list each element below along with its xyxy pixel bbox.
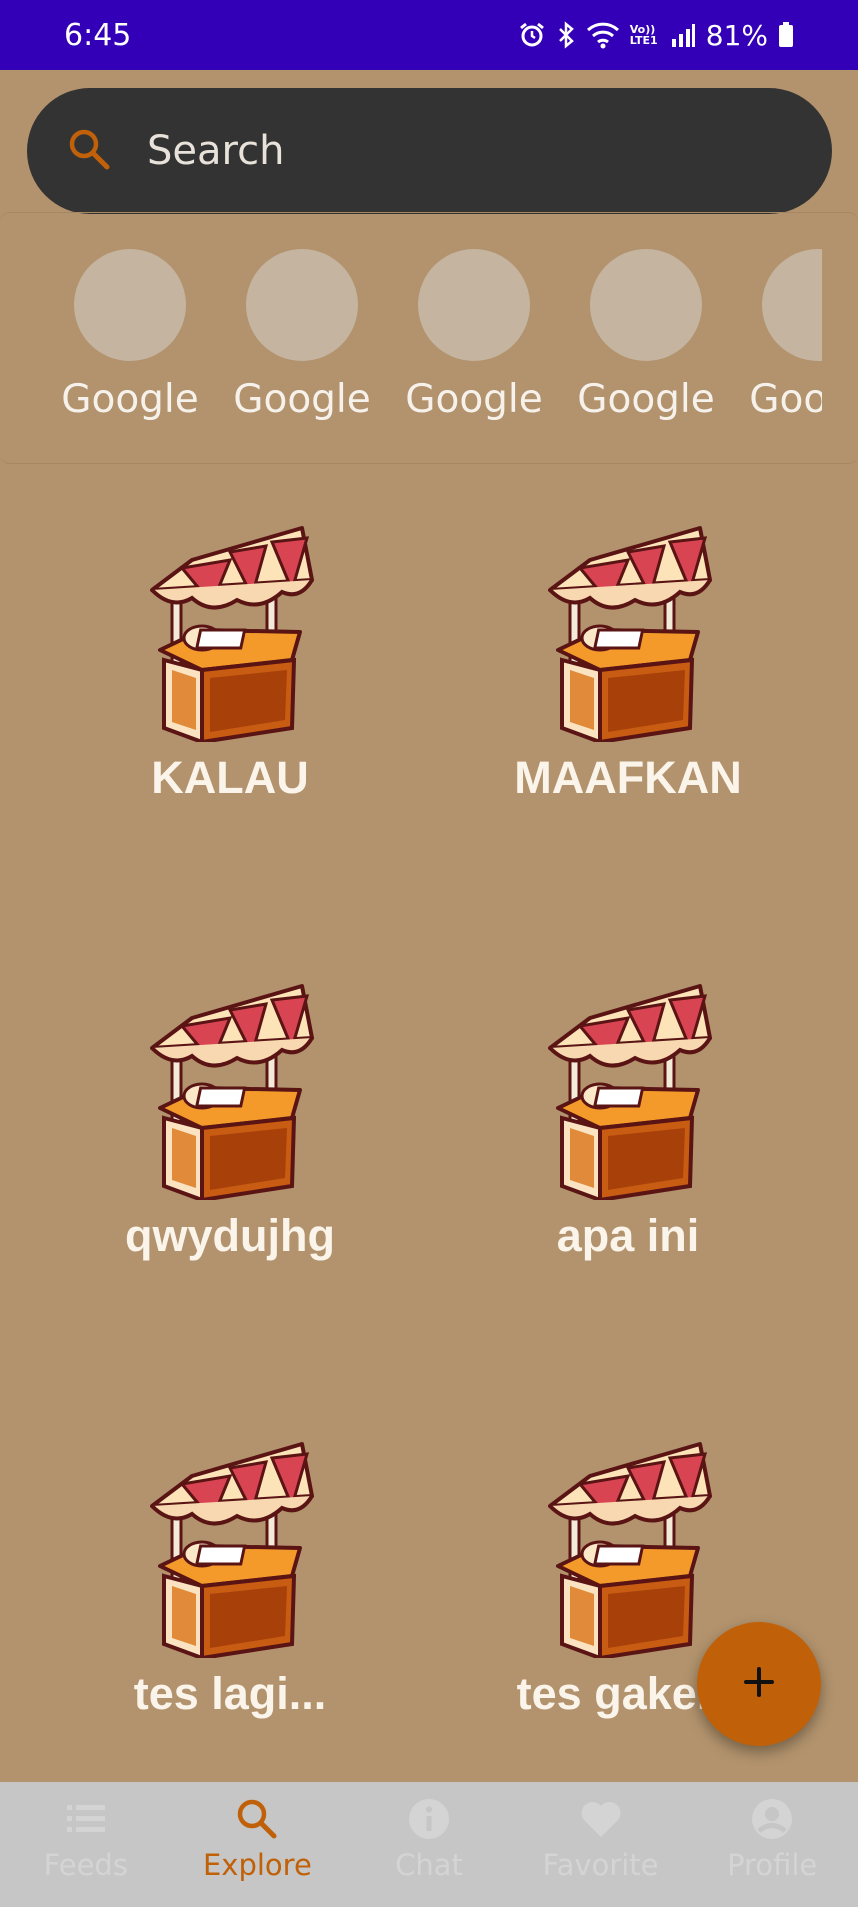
category-item[interactable]: Google <box>576 249 716 439</box>
battery-percent: 81% <box>705 18 768 52</box>
category-label: Google <box>61 377 199 422</box>
store-name: tes lagi... <box>133 1668 327 1719</box>
category-avatar <box>762 249 822 361</box>
nav-item-chat[interactable]: Chat <box>343 1782 515 1907</box>
market-stall-icon <box>30 520 430 742</box>
bluetooth-icon <box>556 21 576 49</box>
store-name: MAAFKAN <box>514 752 742 803</box>
category-strip: Google Google Google Google Google <box>0 212 858 464</box>
category-item[interactable]: Google <box>404 249 544 439</box>
nav-label: Feeds <box>43 1848 128 1882</box>
search-bar[interactable] <box>27 88 832 214</box>
market-stall-icon <box>428 520 828 742</box>
category-label: Google <box>233 377 371 422</box>
nav-label: Chat <box>395 1848 463 1882</box>
nav-label: Explore <box>202 1848 312 1882</box>
add-store-button[interactable] <box>697 1622 821 1746</box>
network-type-label: Vo)) LTE1 <box>629 23 658 47</box>
search-input[interactable] <box>147 128 747 174</box>
category-avatar <box>74 249 186 361</box>
category-avatar <box>246 249 358 361</box>
store-card[interactable]: KALAU <box>30 520 430 820</box>
nav-label: Favorite <box>542 1848 659 1882</box>
store-card[interactable]: MAAFKAN <box>428 520 828 820</box>
alarm-icon <box>518 21 546 49</box>
signal-icon <box>670 22 696 48</box>
status-bar: 6:45 Vo)) LTE1 81% <box>0 0 858 70</box>
search-icon <box>67 127 147 176</box>
store-card[interactable]: tes lagi... <box>30 1436 430 1736</box>
account-icon <box>749 1796 795 1842</box>
heart-icon <box>578 1796 624 1842</box>
category-avatar <box>418 249 530 361</box>
store-name: KALAU <box>151 752 309 803</box>
store-card[interactable]: qwydujhg <box>30 978 430 1278</box>
category-item[interactable]: Google <box>60 249 200 439</box>
info-icon <box>406 1796 452 1842</box>
status-time: 6:45 <box>64 17 132 53</box>
store-name: apa ini <box>556 1210 700 1261</box>
nav-item-favorite[interactable]: Favorite <box>515 1782 687 1907</box>
bottom-nav: Feeds Explore Chat Favorite Profile <box>0 1782 858 1907</box>
nav-item-feeds[interactable]: Feeds <box>0 1782 172 1907</box>
wifi-icon <box>586 21 620 49</box>
store-card[interactable]: apa ini <box>428 978 828 1278</box>
market-stall-icon <box>30 978 430 1200</box>
battery-icon <box>778 22 794 48</box>
nav-item-profile[interactable]: Profile <box>686 1782 858 1907</box>
category-label: Google <box>577 377 715 422</box>
status-icons: Vo)) LTE1 81% <box>518 19 794 52</box>
search-icon <box>234 1796 280 1842</box>
category-list[interactable]: Google Google Google Google Google <box>60 249 822 439</box>
market-stall-icon <box>428 978 828 1200</box>
category-label: Google <box>749 377 822 422</box>
nav-item-explore[interactable]: Explore <box>172 1782 344 1907</box>
list-icon <box>63 1796 109 1842</box>
nav-label: Profile <box>727 1848 818 1882</box>
category-label: Google <box>405 377 543 422</box>
category-avatar <box>590 249 702 361</box>
market-stall-icon <box>30 1436 430 1658</box>
plus-icon <box>728 1651 790 1718</box>
category-item[interactable]: Google <box>748 249 822 439</box>
store-name: qwydujhg <box>125 1210 335 1261</box>
category-item[interactable]: Google <box>232 249 372 439</box>
